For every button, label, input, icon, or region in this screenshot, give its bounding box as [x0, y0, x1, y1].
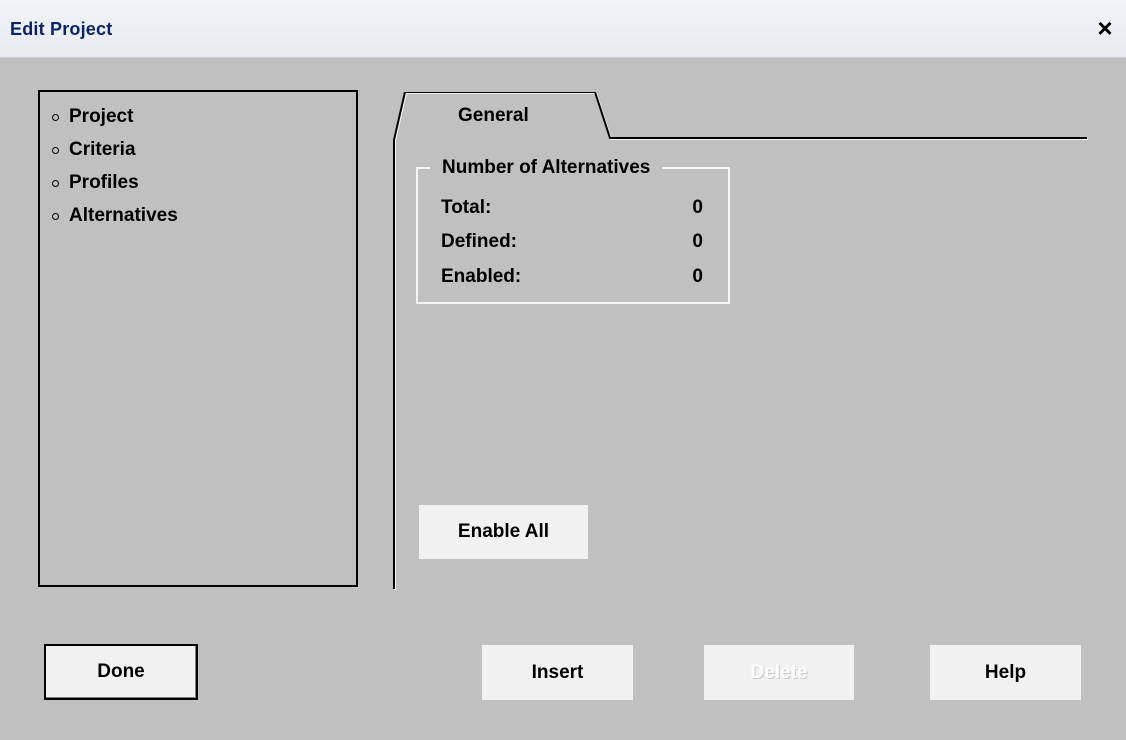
tree-item-label: Alternatives — [69, 204, 178, 226]
tree-item-label: Profiles — [69, 171, 139, 193]
tree-item-project[interactable]: Project — [52, 100, 356, 133]
help-button[interactable]: Help — [930, 645, 1081, 700]
stat-label: Defined: — [441, 231, 517, 252]
close-icon[interactable]: × — [1093, 14, 1117, 42]
bullet-icon — [52, 180, 59, 187]
tree-item-criteria[interactable]: Criteria — [52, 133, 356, 166]
tree-item-profiles[interactable]: Profiles — [52, 166, 356, 199]
title-bar[interactable]: Edit Project × — [0, 0, 1126, 58]
tab-general[interactable]: General — [458, 105, 529, 127]
tree-item-label: Criteria — [69, 138, 136, 160]
bullet-icon — [52, 114, 59, 121]
group-legend: Number of Alternatives — [430, 157, 663, 179]
insert-button[interactable]: Insert — [482, 645, 633, 700]
stat-label: Total: — [441, 197, 492, 218]
done-button[interactable]: Done — [44, 644, 198, 700]
bullet-icon — [52, 147, 59, 154]
tree-item-label: Project — [69, 105, 134, 127]
delete-button[interactable]: Delete — [704, 645, 854, 700]
project-tree[interactable]: Project Criteria Profiles Alternatives — [38, 90, 358, 587]
tree-list: Project Criteria Profiles Alternatives — [40, 92, 356, 232]
stat-value: 0 — [692, 266, 703, 287]
stat-row-enabled: Enabled: 0 — [441, 266, 703, 292]
stat-value: 0 — [692, 197, 703, 218]
stat-row-defined: Defined: 0 — [441, 231, 703, 257]
stat-value: 0 — [692, 231, 703, 252]
stat-row-total: Total: 0 — [441, 197, 703, 223]
bullet-icon — [52, 213, 59, 220]
window-title: Edit Project — [10, 19, 113, 39]
tree-item-alternatives[interactable]: Alternatives — [52, 199, 356, 232]
edit-project-dialog: Edit Project × Project Criteria Profiles… — [0, 0, 1126, 740]
enable-all-button[interactable]: Enable All — [419, 505, 588, 559]
stat-label: Enabled: — [441, 266, 522, 287]
